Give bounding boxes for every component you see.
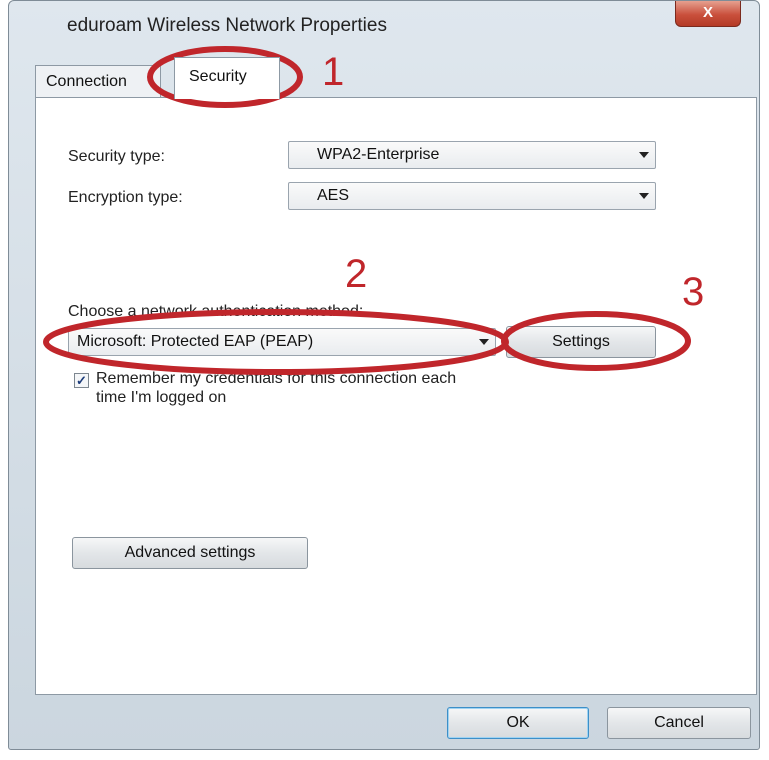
auth-method-label: Choose a network authentication method:	[68, 303, 364, 320]
security-tab-panel: Security type: WPA2-Enterprise Encryptio…	[35, 97, 757, 695]
cancel-button-label: Cancel	[654, 714, 704, 731]
tab-connection-label: Connection	[46, 73, 127, 90]
auth-method-dropdown[interactable]: Microsoft: Protected EAP (PEAP)	[68, 328, 496, 356]
encryption-type-value: AES	[317, 187, 350, 204]
settings-button[interactable]: Settings	[506, 326, 656, 358]
check-mark-icon: ✓	[76, 373, 87, 388]
encryption-type-dropdown[interactable]: AES	[288, 182, 656, 210]
security-type-label: Security type:	[68, 148, 165, 165]
remember-credentials-label-line2: time I'm logged on	[96, 389, 227, 406]
window-title: eduroam Wireless Network Properties	[67, 15, 387, 36]
remember-credentials-checkbox[interactable]: ✓	[74, 373, 89, 388]
annotation-number-2: 2	[345, 252, 368, 296]
annotation-number-3: 3	[682, 270, 705, 314]
auth-method-value: Microsoft: Protected EAP (PEAP)	[77, 333, 314, 350]
chevron-down-icon	[639, 152, 649, 158]
tab-security-label: Security	[189, 68, 247, 85]
wireless-properties-window: eduroam Wireless Network Properties X Co…	[8, 0, 760, 750]
settings-button-label: Settings	[552, 333, 610, 350]
security-type-dropdown[interactable]: WPA2-Enterprise	[288, 141, 656, 169]
cancel-button[interactable]: Cancel	[607, 707, 751, 739]
ok-button-label: OK	[506, 714, 530, 731]
annotation-number-1: 1	[322, 50, 345, 94]
remember-credentials-label-line1: Remember my credentials for this connect…	[96, 370, 457, 387]
chevron-down-icon	[479, 339, 489, 345]
tab-connection[interactable]: Connection	[35, 65, 161, 99]
security-type-value: WPA2-Enterprise	[317, 146, 440, 163]
tab-security[interactable]: Security	[174, 57, 280, 99]
title-bar[interactable]: eduroam Wireless Network Properties X	[9, 1, 759, 51]
encryption-type-label: Encryption type:	[68, 189, 183, 206]
advanced-settings-label: Advanced settings	[124, 544, 256, 561]
close-icon: X	[702, 4, 713, 21]
advanced-settings-button[interactable]: Advanced settings	[72, 537, 308, 569]
ok-button[interactable]: OK	[447, 707, 589, 739]
close-button[interactable]: X	[675, 1, 741, 27]
chevron-down-icon	[639, 193, 649, 199]
